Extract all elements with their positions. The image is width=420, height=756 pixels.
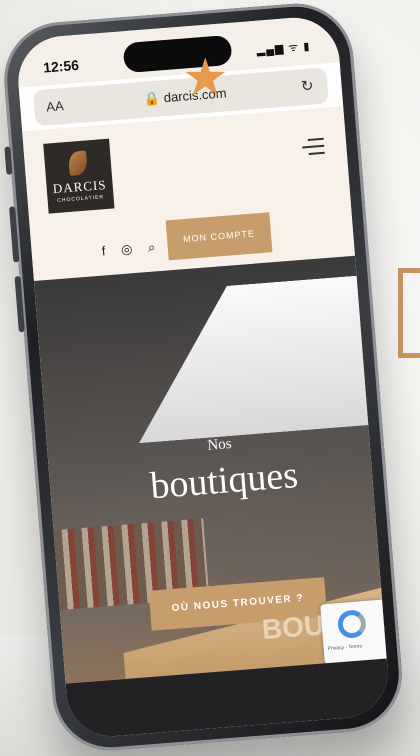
smartphone: 12:56 ▂▄▆ ᯤ ▮ AA 🔒 darcis.com ↻ DARCIS C… xyxy=(0,0,407,755)
phone-action-button xyxy=(4,146,13,175)
recaptcha-label: Privacy - Terms xyxy=(327,643,363,653)
facebook-icon[interactable]: f xyxy=(101,243,106,258)
recaptcha-icon xyxy=(336,609,367,640)
header-icons: f ◎ ⌕ xyxy=(101,238,168,259)
store-ceiling-image xyxy=(127,274,388,443)
hero-title: boutiques xyxy=(148,453,300,508)
background-logo-fragment xyxy=(398,268,420,358)
darcis-logo[interactable]: DARCIS CHOCOLATIER xyxy=(43,138,115,214)
cocoa-bean-icon xyxy=(67,150,88,176)
instagram-icon[interactable]: ◎ xyxy=(120,241,132,257)
recaptcha-badge[interactable]: Privacy - Terms xyxy=(320,599,387,665)
text-size-button[interactable]: AA xyxy=(46,98,64,114)
status-icons: ▂▄▆ ᯤ ▮ xyxy=(256,40,311,57)
hero-pretitle: Nos xyxy=(206,435,233,454)
site-header: DARCIS CHOCOLATIER f ◎ ⌕ MON COMPTE xyxy=(22,106,355,281)
hamburger-icon[interactable] xyxy=(302,137,326,161)
phone-screen: 12:56 ▂▄▆ ᯤ ▮ AA 🔒 darcis.com ↻ DARCIS C… xyxy=(14,14,392,740)
star-decoration-large: ★ xyxy=(182,49,229,107)
account-button[interactable]: MON COMPTE xyxy=(165,212,273,261)
search-icon[interactable]: ⌕ xyxy=(147,239,155,255)
status-time: 12:56 xyxy=(42,56,80,76)
reload-icon[interactable]: ↻ xyxy=(300,76,314,95)
